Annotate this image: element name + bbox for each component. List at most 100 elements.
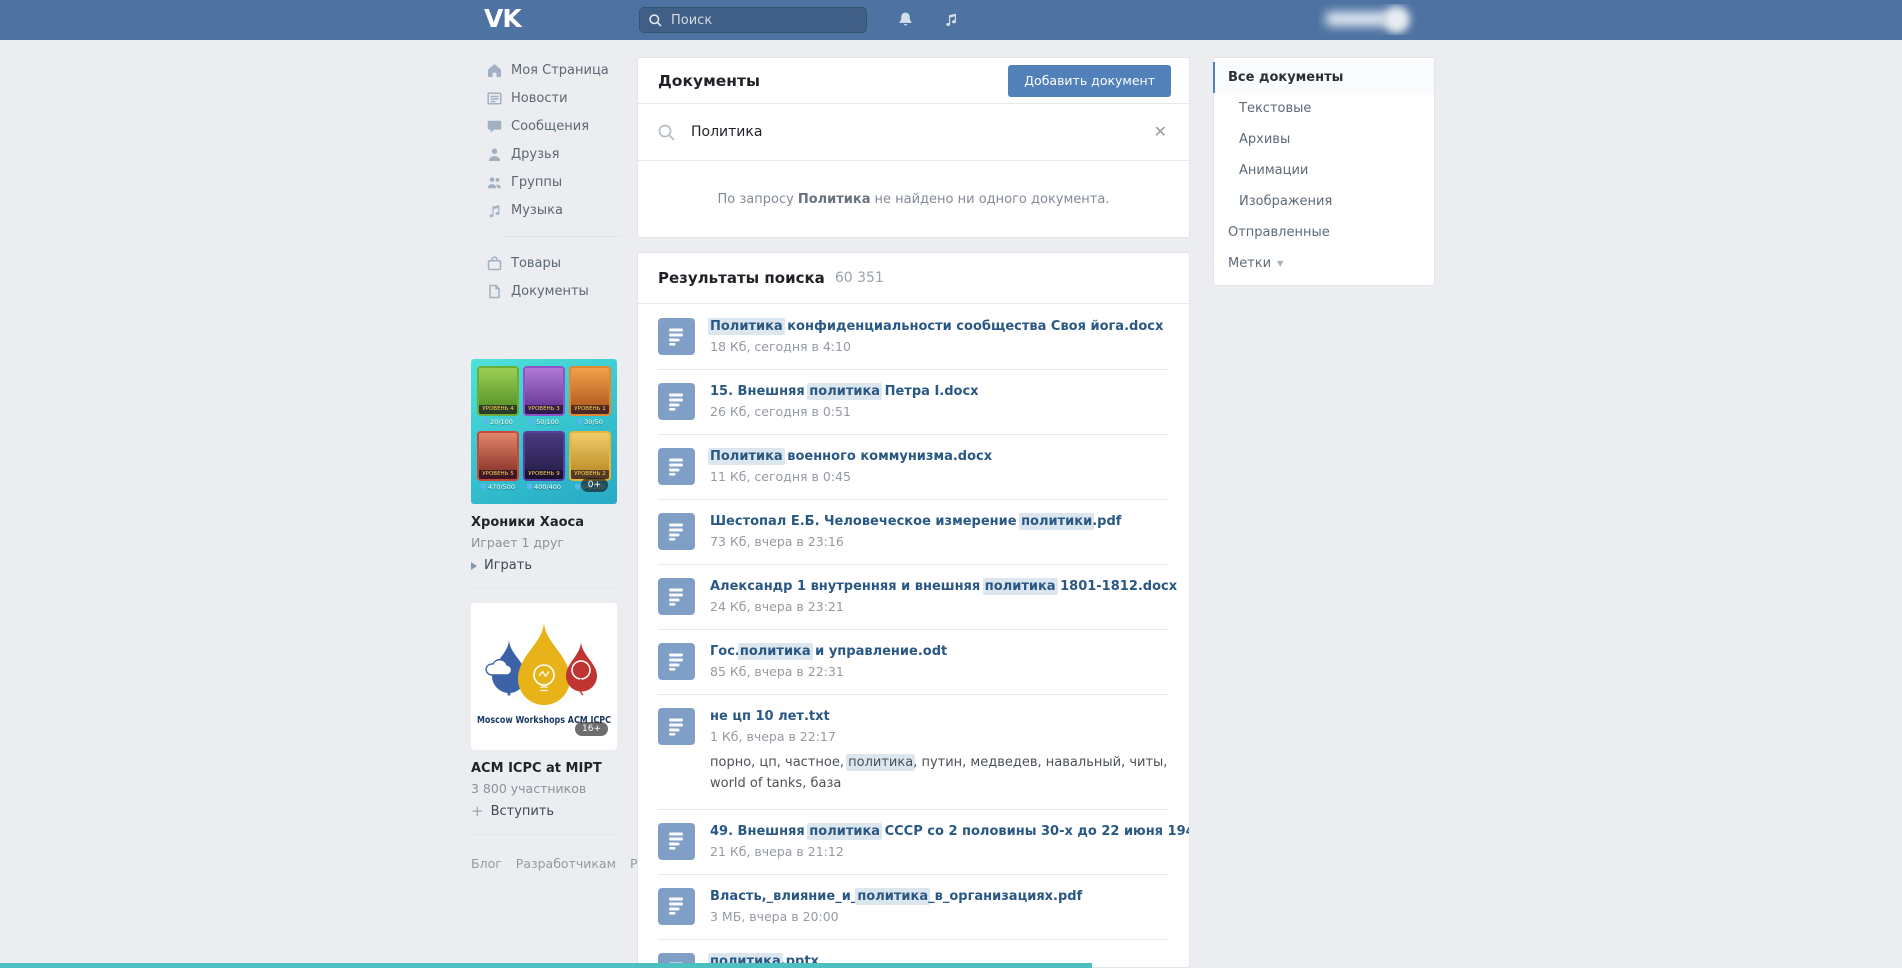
footer-link-блог[interactable]: Блог bbox=[471, 856, 502, 871]
document-row[interactable]: 49. Внешняя политика СССР со 2 половины … bbox=[638, 809, 1189, 874]
game-card: УРОВЕНЬ 1 30/50 bbox=[569, 366, 611, 426]
document-title-link[interactable]: Александр 1 внутренняя и внешняя политик… bbox=[710, 579, 1169, 594]
document-file-icon bbox=[658, 578, 695, 615]
search-term-highlight: политика bbox=[738, 643, 813, 660]
filter-item-архивы[interactable]: Архивы bbox=[1214, 124, 1434, 155]
results-count: 60 351 bbox=[835, 270, 884, 286]
join-label: Вступить bbox=[491, 804, 555, 819]
no-results-query: Политика bbox=[798, 192, 871, 207]
sidebar-item-друзья[interactable]: Друзья bbox=[487, 140, 621, 168]
game-card-progress: 30/50 bbox=[577, 418, 603, 426]
document-row[interactable]: Александр 1 внутренняя и внешняя политик… bbox=[638, 564, 1189, 629]
game-card-level: УРОВЕНЬ 4 bbox=[479, 405, 517, 414]
game-card-level: УРОВЕНЬ 9 bbox=[525, 470, 563, 479]
game-ad-title[interactable]: Хроники Хаоса bbox=[471, 515, 617, 530]
document-meta: 24 Кб, вчера в 23:21 bbox=[710, 599, 1169, 614]
join-link[interactable]: + Вступить bbox=[471, 804, 617, 819]
search-term-highlight: политика bbox=[807, 823, 882, 840]
sidebar-item-моя-страница[interactable]: Моя Страница bbox=[487, 56, 621, 84]
notifications-bell-icon[interactable] bbox=[897, 11, 914, 32]
document-row[interactable]: 15. Внешняя политика Петра I.docx 26 Кб,… bbox=[638, 369, 1189, 434]
group-ad-image[interactable]: Moscow Workshops ACM ICPC 16+ bbox=[471, 603, 617, 750]
document-file-icon bbox=[658, 383, 695, 420]
document-row[interactable]: Политика военного коммунизма.docx 11 Кб,… bbox=[638, 434, 1189, 499]
filter-item-label: Изображения bbox=[1239, 194, 1332, 209]
documents-search-input[interactable] bbox=[689, 123, 1140, 141]
documents-card: Документы Добавить документ ✕ По запросу… bbox=[637, 57, 1190, 238]
filter-item-метки[interactable]: Метки ▼ bbox=[1214, 248, 1434, 279]
documents-search-row: ✕ bbox=[638, 104, 1189, 161]
document-file-icon bbox=[658, 513, 695, 550]
document-row[interactable]: Гос.политика и управление.odt 85 Кб, вче… bbox=[638, 629, 1189, 694]
documents-header: Документы Добавить документ bbox=[638, 58, 1189, 104]
search-icon bbox=[658, 124, 675, 141]
filter-item-текстовые[interactable]: Текстовые bbox=[1214, 93, 1434, 124]
no-results-prefix: По запросу bbox=[718, 192, 794, 207]
document-row[interactable]: Шестопал Е.Б. Человеческое измерение пол… bbox=[638, 499, 1189, 564]
search-term-highlight: политика bbox=[983, 578, 1058, 595]
document-meta: 3 МБ, вчера в 20:00 bbox=[710, 909, 1082, 924]
filter-item-анимации[interactable]: Анимации bbox=[1214, 155, 1434, 186]
document-row[interactable]: Власть,_влияние_и_политика_в_организация… bbox=[638, 874, 1189, 939]
filter-item-изображения[interactable]: Изображения bbox=[1214, 186, 1434, 217]
shield-icon bbox=[529, 419, 534, 425]
sidebar-item-документы[interactable]: Документы bbox=[487, 277, 621, 305]
document-title-link[interactable]: Власть,_влияние_и_политика_в_организация… bbox=[710, 889, 1082, 904]
add-document-button[interactable]: Добавить документ bbox=[1008, 65, 1171, 97]
results-title: Результаты поиска bbox=[658, 269, 825, 287]
search-term-highlight: Политика bbox=[708, 448, 785, 465]
shield-icon bbox=[483, 419, 488, 425]
shield-icon bbox=[527, 484, 532, 490]
right-sidebar: Все документы Текстовые Архивы Анимации … bbox=[1213, 57, 1435, 286]
document-row[interactable]: Политика конфиденциальности сообщества С… bbox=[638, 304, 1189, 369]
game-card: УРОВЕНЬ 4 20/100 bbox=[477, 366, 519, 426]
clear-search-icon[interactable]: ✕ bbox=[1154, 124, 1167, 140]
user-menu[interactable] bbox=[1318, 4, 1436, 35]
age-badge: 16+ bbox=[575, 722, 608, 736]
search-term-highlight: политика bbox=[855, 888, 930, 905]
document-title-link[interactable]: Политика военного коммунизма.docx bbox=[710, 449, 992, 464]
document-meta: 73 Кб, вчера в 23:16 bbox=[710, 534, 1121, 549]
document-row[interactable]: не цп 10 лет.txt 1 Кб, вчера в 22:17 пор… bbox=[638, 694, 1189, 809]
global-search-input[interactable] bbox=[669, 12, 857, 29]
vk-documents-page: { "topbar": { "logo": "VK", "search_plac… bbox=[0, 0, 1902, 968]
nav-divider bbox=[503, 236, 621, 237]
sidebar-item-музыка[interactable]: Музыка bbox=[487, 196, 621, 224]
no-results-message: По запросу Политика не найдено ни одного… bbox=[638, 161, 1189, 237]
play-link[interactable]: Играть bbox=[471, 558, 617, 573]
document-meta: 26 Кб, сегодня в 0:51 bbox=[710, 404, 979, 419]
sidebar-item-товары[interactable]: Товары bbox=[487, 249, 621, 277]
game-card: УРОВЕНЬ 5 470/500 bbox=[477, 431, 519, 491]
filter-item-label: Все документы bbox=[1228, 70, 1343, 85]
document-title-link[interactable]: Гос.политика и управление.odt bbox=[710, 644, 947, 659]
music-note-icon[interactable] bbox=[943, 11, 959, 31]
search-term-highlight: Политика bbox=[708, 318, 785, 335]
sidebar-item-сообщения[interactable]: Сообщения bbox=[487, 112, 621, 140]
document-file-icon bbox=[658, 318, 695, 355]
sidebar-item-группы[interactable]: Группы bbox=[487, 168, 621, 196]
left-nav-primary: Моя Страница Новости Сообщения Друзья Гр… bbox=[487, 56, 621, 224]
document-title-link[interactable]: не цп 10 лет.txt bbox=[710, 709, 1169, 724]
document-title-link[interactable]: Политика конфиденциальности сообщества С… bbox=[710, 319, 1163, 334]
footer-links: БлогРазработчикамРекламаЕщё˅ bbox=[471, 852, 617, 878]
game-card-progress: 470/500 bbox=[481, 483, 515, 491]
sidebar-item-новости[interactable]: Новости bbox=[487, 84, 621, 112]
document-title-link[interactable]: 15. Внешняя политика Петра I.docx bbox=[710, 384, 979, 399]
vk-logo[interactable]: VK bbox=[484, 4, 521, 33]
left-column: Моя Страница Новости Сообщения Друзья Гр… bbox=[471, 40, 621, 878]
global-search-box[interactable] bbox=[639, 7, 867, 33]
footer-link-разработчикам[interactable]: Разработчикам bbox=[516, 856, 616, 871]
game-card-art: УРОВЕНЬ 9 bbox=[523, 431, 565, 481]
filter-item-все-документы[interactable]: Все документы bbox=[1214, 62, 1434, 93]
plus-icon: + bbox=[471, 804, 484, 819]
filter-item-label: Архивы bbox=[1239, 132, 1290, 147]
main-navigation: Моя Страница Новости Сообщения Друзья Гр… bbox=[471, 40, 621, 305]
game-ad-image[interactable]: УРОВЕНЬ 4 20/100 УРОВЕНЬ 3 50/100 УРОВЕН… bbox=[471, 359, 617, 504]
document-title-link[interactable]: 49. Внешняя политика СССР со 2 половины … bbox=[710, 824, 1169, 839]
document-title-link[interactable]: Шестопал Е.Б. Человеческое измерение пол… bbox=[710, 514, 1121, 529]
group-ad-title[interactable]: ACM ICPC at MIPT bbox=[471, 761, 617, 776]
search-term-highlight: политики bbox=[1019, 513, 1094, 530]
footer-divider bbox=[471, 834, 617, 835]
document-file-icon bbox=[658, 448, 695, 485]
filter-item-отправленные[interactable]: Отправленные bbox=[1214, 217, 1434, 248]
